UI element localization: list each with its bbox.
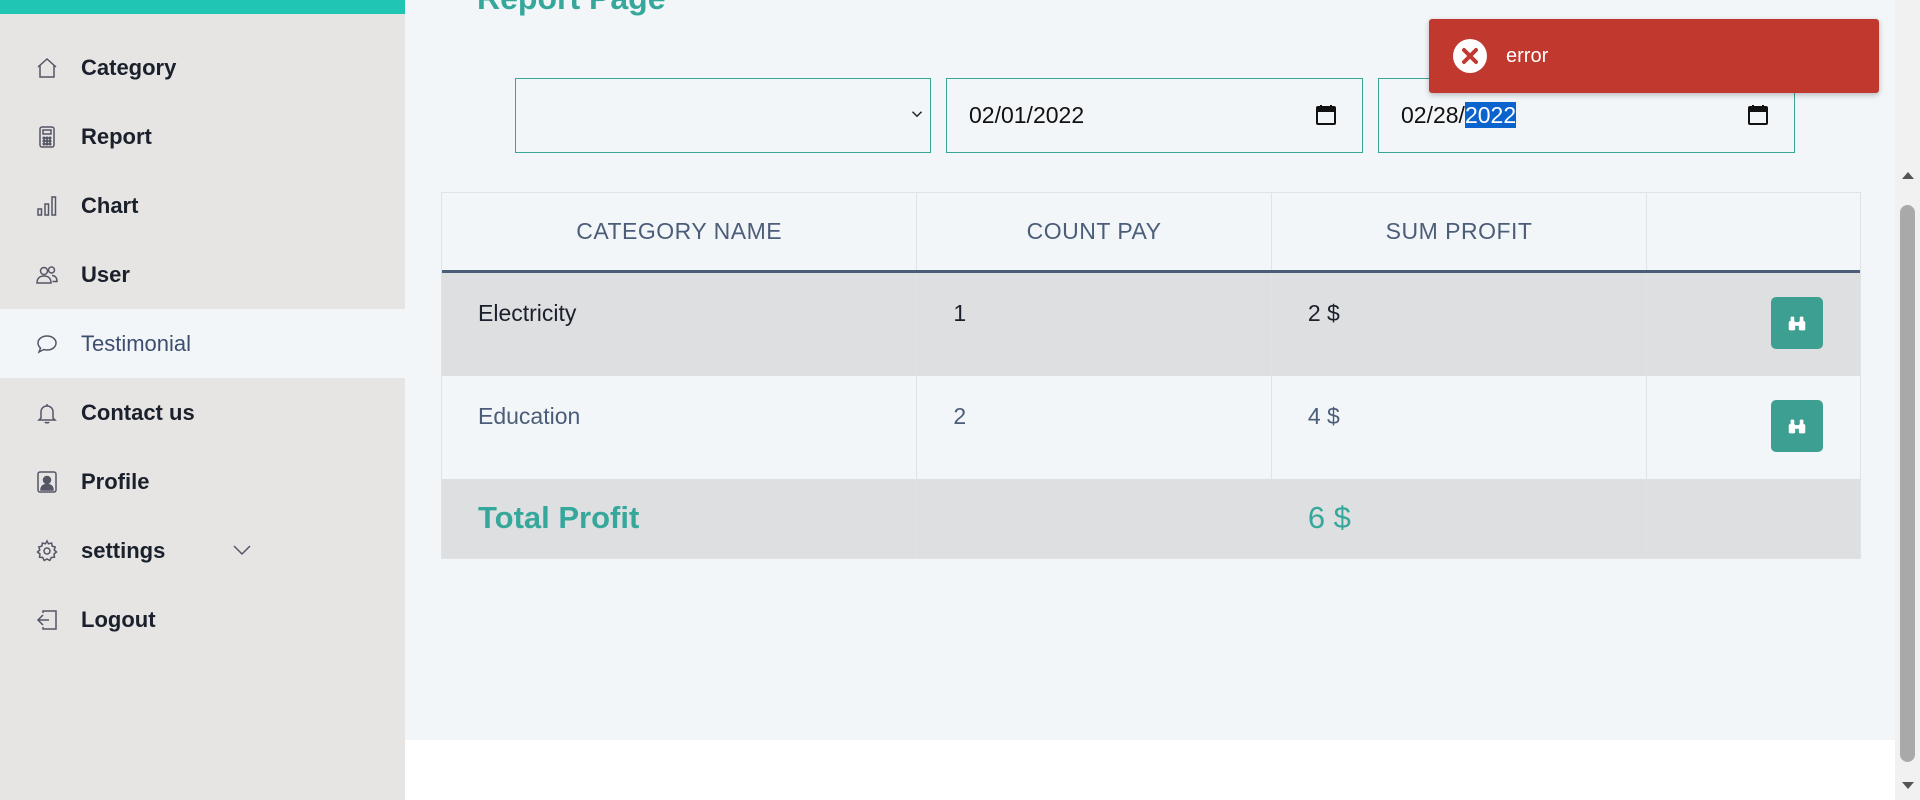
date-to-month-day: 02/28/ bbox=[1401, 102, 1465, 128]
sidebar-item-profile[interactable]: Profile bbox=[0, 447, 405, 516]
sidebar-item-label: User bbox=[81, 261, 130, 287]
sidebar-item-label: Testimonial bbox=[81, 330, 192, 356]
chat-bubble-icon bbox=[33, 330, 61, 358]
binoculars-icon bbox=[1788, 419, 1806, 434]
total-profit-label: Total Profit bbox=[478, 500, 640, 535]
column-header-category-name: CATEGORY NAME bbox=[442, 193, 918, 270]
report-table: CATEGORY NAME COUNT PAY SUM PROFIT Elect… bbox=[441, 192, 1861, 559]
scroll-up-arrow-icon[interactable] bbox=[1902, 172, 1914, 179]
sidebar-item-label: Category bbox=[81, 54, 177, 80]
main-content: Report Page 02/01/2022 02/28/2022 CATEGO… bbox=[405, 0, 1895, 740]
page-title: Report Page bbox=[477, 0, 665, 14]
person-badge-icon bbox=[33, 468, 61, 496]
toast-message: error bbox=[1506, 44, 1549, 67]
date-from-input[interactable]: 02/01/2022 bbox=[946, 78, 1363, 153]
cell-category-name: Electricity bbox=[442, 273, 918, 376]
table-row: Education 2 4 $ bbox=[442, 376, 1860, 479]
category-select[interactable] bbox=[515, 78, 931, 153]
cell-sum-profit: 2 $ bbox=[1272, 273, 1648, 376]
scrollbar-thumb[interactable] bbox=[1900, 205, 1915, 762]
table-header: CATEGORY NAME COUNT PAY SUM PROFIT bbox=[442, 193, 1860, 273]
cell-count-pay: 1 bbox=[917, 273, 1272, 376]
gear-icon bbox=[33, 537, 61, 565]
sidebar-item-category[interactable]: Category bbox=[0, 33, 405, 102]
table-footer: Total Profit 6 $ bbox=[442, 479, 1860, 558]
page-scrollbar[interactable] bbox=[1895, 0, 1920, 800]
date-to-value: 02/28/2022 bbox=[1379, 102, 1794, 129]
sidebar-item-label: Report bbox=[81, 123, 152, 149]
sidebar-item-label: settings bbox=[81, 537, 166, 563]
sidebar: Category Report Chart User Testimonial C… bbox=[0, 0, 405, 800]
chevron-down-icon bbox=[908, 105, 926, 123]
calculator-icon bbox=[33, 123, 61, 151]
cell-count-pay: 2 bbox=[917, 376, 1272, 479]
sidebar-item-contact-us[interactable]: Contact us bbox=[0, 378, 405, 447]
sidebar-item-label: Contact us bbox=[81, 399, 195, 425]
bar-chart-icon bbox=[33, 192, 61, 220]
sidebar-item-label: Profile bbox=[81, 468, 150, 494]
binoculars-icon bbox=[1788, 316, 1806, 331]
sidebar-accent-bar bbox=[0, 0, 405, 14]
sidebar-item-logout[interactable]: Logout bbox=[0, 585, 405, 654]
view-details-button[interactable] bbox=[1771, 400, 1823, 452]
total-profit-label-cell: Total Profit bbox=[442, 479, 918, 558]
sidebar-item-label: Logout bbox=[81, 606, 156, 632]
calendar-icon[interactable] bbox=[1746, 103, 1770, 127]
footer-empty-cell bbox=[917, 479, 1272, 558]
column-header-sum-profit: SUM PROFIT bbox=[1272, 193, 1648, 270]
home-icon bbox=[33, 54, 61, 82]
cell-actions bbox=[1647, 376, 1860, 479]
date-to-year-selected: 2022 bbox=[1464, 102, 1517, 128]
sidebar-item-settings[interactable]: settings bbox=[0, 516, 405, 585]
date-from-value: 02/01/2022 bbox=[969, 102, 1085, 128]
footer-empty-cell bbox=[1647, 479, 1860, 558]
cell-category-name: Education bbox=[442, 376, 918, 479]
sidebar-item-label: Chart bbox=[81, 192, 139, 218]
error-toast[interactable]: error bbox=[1429, 19, 1879, 93]
sidebar-item-report[interactable]: Report bbox=[0, 102, 405, 171]
sidebar-nav: Category Report Chart User Testimonial C… bbox=[0, 33, 405, 654]
users-icon bbox=[33, 261, 61, 289]
view-details-button[interactable] bbox=[1771, 297, 1823, 349]
sidebar-item-user[interactable]: User bbox=[0, 240, 405, 309]
sidebar-item-chart[interactable]: Chart bbox=[0, 171, 405, 240]
bell-icon bbox=[33, 399, 61, 427]
column-header-count-pay: COUNT PAY bbox=[917, 193, 1272, 270]
sidebar-item-testimonial[interactable]: Testimonial bbox=[0, 309, 405, 378]
cell-actions bbox=[1647, 273, 1860, 376]
error-circle-icon bbox=[1452, 38, 1488, 74]
logout-icon bbox=[33, 606, 61, 634]
calendar-icon[interactable] bbox=[1314, 103, 1338, 127]
table-row: Electricity 1 2 $ bbox=[442, 273, 1860, 376]
chevron-down-icon[interactable] bbox=[230, 538, 254, 562]
total-profit-value: 6 $ bbox=[1272, 479, 1648, 558]
scroll-down-arrow-icon[interactable] bbox=[1902, 782, 1914, 789]
cell-sum-profit: 4 $ bbox=[1272, 376, 1648, 479]
column-header-actions bbox=[1647, 193, 1860, 270]
